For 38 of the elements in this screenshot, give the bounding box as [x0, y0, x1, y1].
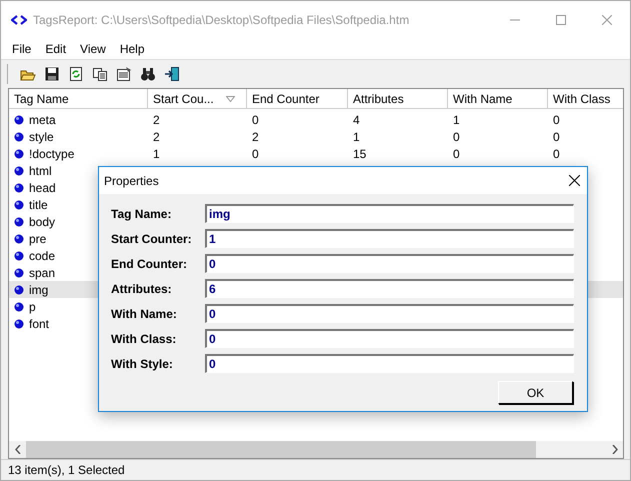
table-cell: title [29, 198, 48, 212]
field-label: Attributes: [111, 280, 173, 298]
table-cell: 1 [453, 112, 460, 126]
table-cell: 15 [353, 146, 366, 160]
table-cell: head [29, 180, 56, 194]
table-cell: 2 [252, 130, 259, 144]
table-cell: pre [29, 232, 46, 246]
table-cell: html [29, 164, 52, 178]
table-cell: span [29, 266, 56, 280]
field-label: With Class: [111, 330, 178, 348]
table-cell: 0 [553, 130, 560, 144]
dialog-title: Properties [104, 174, 160, 188]
field-label: With Style: [111, 356, 174, 372]
table-cell: 4 [353, 112, 360, 126]
table-cell: style [29, 130, 54, 144]
field-label: With Name: [111, 306, 178, 322]
table-cell: 1 [153, 146, 160, 160]
window-title: TagsReport: C:\Users\Softpedia\Desktop\Softpedia Files\Softpedia.htm [33, 13, 410, 27]
status-text: 13 item(s), 1 Selected [8, 463, 125, 477]
table-cell: 0 [553, 146, 560, 160]
table-cell: 0 [453, 130, 460, 144]
table-cell: !doctype [29, 146, 74, 160]
table-cell: 0 [252, 112, 259, 126]
table-cell: code [29, 248, 56, 262]
field-label: Start Counter: [111, 230, 193, 248]
table-cell: 0 [553, 112, 560, 126]
table-cell: body [29, 214, 56, 228]
table-cell: 1 [353, 130, 360, 144]
table-cell: font [29, 316, 50, 330]
field-label: Tag Name: [111, 206, 172, 222]
table-cell: 0 [453, 146, 460, 160]
table-cell: meta [29, 112, 56, 126]
table-cell: 2 [153, 130, 160, 144]
table-cell: 0 [252, 146, 259, 160]
field-label: End Counter: [111, 256, 188, 272]
table-cell: 2 [153, 112, 160, 126]
table-cell: img [29, 282, 48, 296]
table-cell: p [29, 300, 36, 314]
